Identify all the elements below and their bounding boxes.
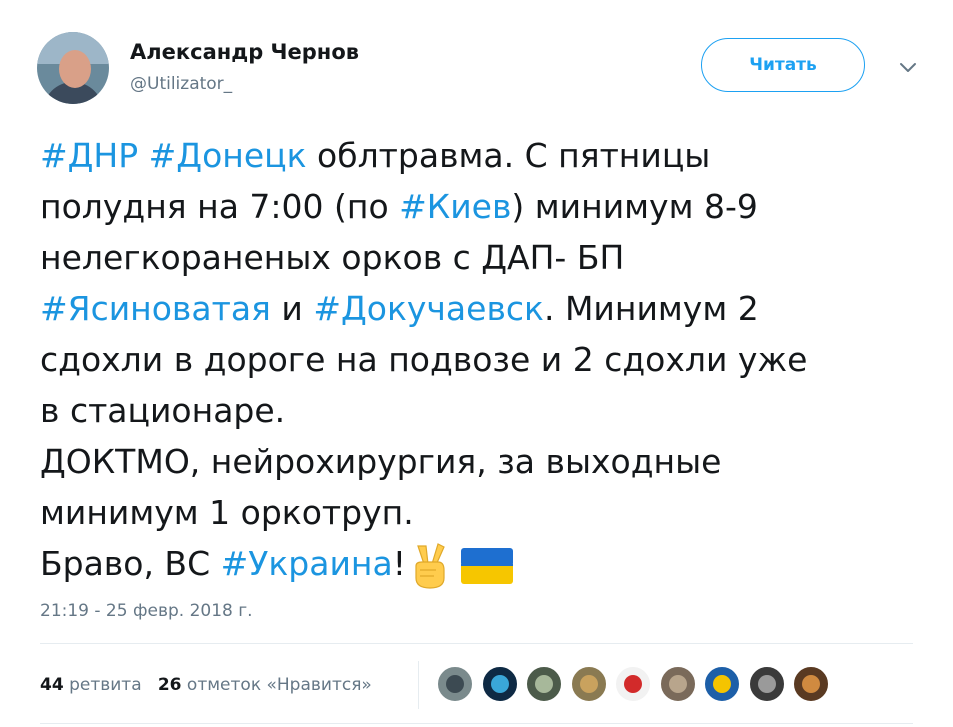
liker-avatar-figure xyxy=(490,675,509,693)
tweet-line: сдохли в дороге на подвозе и 2 сдохли уж… xyxy=(40,334,920,385)
author-avatar[interactable] xyxy=(37,32,109,104)
tweet-text-segment: полудня на 7:00 (по xyxy=(40,187,400,226)
tweet-text-segment: нелегкораненых орков с ДАП- БП xyxy=(40,238,625,277)
hashtag-link[interactable]: #Украина xyxy=(221,544,393,583)
liker-avatar-4[interactable] xyxy=(569,665,608,703)
tweet-stats: 44 ретвита 26 отметок «Нравится» xyxy=(40,675,372,695)
tweet-text-segment: ! xyxy=(392,544,406,583)
hashtag-link[interactable]: #Киев xyxy=(399,187,511,226)
tweet-timestamp[interactable]: 21:19 - 25 февр. 2018 г. xyxy=(40,601,253,621)
tweet-line: Браво, ВС #Украина! xyxy=(40,538,920,590)
tweet-text-segment: ) минимум 8-9 xyxy=(511,187,758,226)
liker-avatar-5[interactable] xyxy=(614,665,652,703)
tweet-text-segment: . Минимум 2 xyxy=(543,289,759,328)
retweets-label: ретвита xyxy=(69,675,142,695)
tweet-text-segment: Браво, ВС xyxy=(40,544,221,583)
liker-avatar-7[interactable] xyxy=(703,665,741,703)
liker-avatar-figure xyxy=(757,675,776,693)
victory-hand-icon xyxy=(415,542,445,589)
liker-avatar-8[interactable] xyxy=(747,665,786,703)
liker-avatar-figure xyxy=(624,675,642,693)
tweet-line: нелегкораненых орков с ДАП- БП xyxy=(40,232,920,283)
liker-avatar-figure xyxy=(579,675,598,693)
liker-avatar-9[interactable] xyxy=(792,665,830,703)
liker-avatar-3[interactable] xyxy=(525,665,563,703)
tweet-line: ДОКТМО, нейрохирургия, за выходные xyxy=(40,436,920,487)
retweets-stat[interactable]: 44 ретвита xyxy=(40,675,142,695)
hashtag-link[interactable]: #Донецк xyxy=(149,136,307,175)
avatar-face xyxy=(59,50,91,88)
liker-avatar-figure xyxy=(535,675,553,693)
tweet-text-segment: сдохли в дороге на подвозе и 2 сдохли уж… xyxy=(40,340,808,379)
chevron-down-icon[interactable] xyxy=(897,56,919,78)
ukraine-flag-icon xyxy=(460,547,513,584)
retweets-count: 44 xyxy=(40,675,64,695)
tweet-line: полудня на 7:00 (по #Киев) минимум 8-9 xyxy=(40,181,920,232)
author-name[interactable]: Александр Чернов xyxy=(130,40,359,64)
liker-avatar-figure xyxy=(446,675,464,693)
hashtag-link[interactable]: #ДНР xyxy=(40,136,138,175)
liker-avatar-figure xyxy=(668,675,687,693)
likes-stat[interactable]: 26 отметок «Нравится» xyxy=(158,675,372,695)
tweet-text-segment: и xyxy=(270,289,314,328)
tweet-line: #ДНР #Донецк облтравма. С пятницы xyxy=(40,130,920,181)
tweet-text-segment: в стационаре. xyxy=(40,391,286,430)
tweet-line: #Ясиноватая и #Докучаевск. Минимум 2 xyxy=(40,283,920,334)
liker-avatar-6[interactable] xyxy=(658,665,697,703)
stats-separator xyxy=(418,661,419,709)
liker-avatar-2[interactable] xyxy=(480,665,519,703)
tweet-text-segment: минимум 1 оркотруп. xyxy=(40,493,414,532)
tweet-text-segment: облтравма. С пятницы xyxy=(306,136,711,175)
tweet-text-segment xyxy=(138,136,149,175)
tweet-line: минимум 1 оркотруп. xyxy=(40,487,920,538)
hashtag-link[interactable]: #Докучаевск xyxy=(313,289,544,328)
tweet-line: в стационаре. xyxy=(40,385,920,436)
tweet-text-segment: ДОКТМО, нейрохирургия, за выходные xyxy=(40,442,722,481)
author-handle[interactable]: @Utilizator_ xyxy=(130,74,232,94)
hashtag-link[interactable]: #Ясиноватая xyxy=(40,289,271,328)
liker-avatar-figure xyxy=(713,675,731,693)
likes-count: 26 xyxy=(157,675,182,695)
divider xyxy=(40,643,913,644)
liker-avatar-figure xyxy=(802,675,820,693)
liker-avatar-1[interactable] xyxy=(436,665,474,703)
tweet-text: #ДНР #Донецк облтравма. С пятницы полудня… xyxy=(40,130,920,590)
likes-label: отметок «Нравится» xyxy=(186,675,372,695)
divider-bottom xyxy=(40,723,913,724)
follow-button[interactable]: Читать xyxy=(701,38,865,92)
